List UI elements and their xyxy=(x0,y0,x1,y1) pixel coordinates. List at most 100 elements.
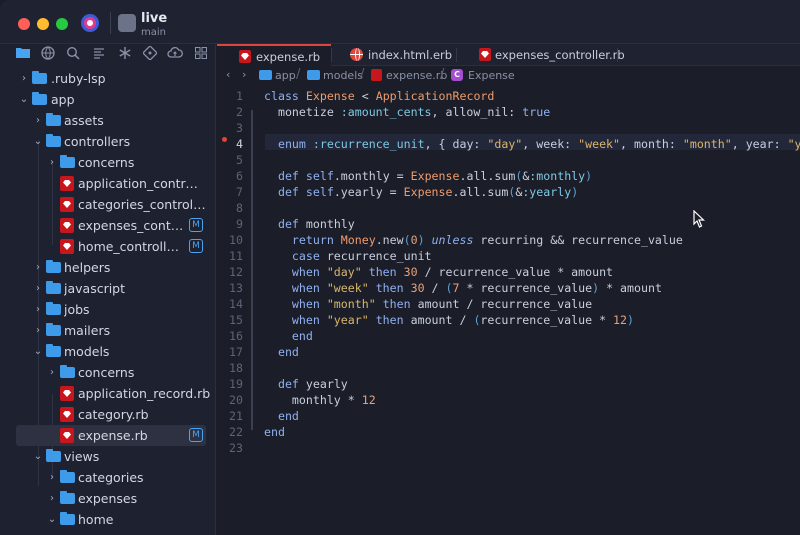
chevron-right-icon[interactable]: › xyxy=(33,261,43,274)
breadcrumb-models[interactable]: models xyxy=(323,69,363,82)
chevron-right-icon[interactable]: › xyxy=(47,366,57,379)
breadcrumb-class[interactable]: Expense xyxy=(468,69,515,82)
chevron-right-icon[interactable]: › xyxy=(33,114,43,127)
code-line[interactable]: def yearly xyxy=(264,376,348,392)
line-number: 5 xyxy=(236,153,243,167)
tree-item-label: app xyxy=(51,92,75,107)
tree-item-concerns[interactable]: › concerns xyxy=(0,152,216,173)
chevron-right-icon[interactable]: › xyxy=(33,282,43,295)
folder-icon xyxy=(46,113,61,126)
tree-item-controllers[interactable]: ⌄ controllers xyxy=(0,131,216,152)
chevron-down-icon[interactable]: ⌄ xyxy=(33,345,43,358)
code-line[interactable]: def monthly xyxy=(264,216,355,232)
code-editor[interactable]: 1 2 3 4 5 6 7 8 9 10 11 12 13 14 15 16 17 18 19 20 21 22 23 cl… xyxy=(217,86,800,535)
chevron-right-icon[interactable]: › xyxy=(33,324,43,337)
tree-item-label: javascript xyxy=(64,281,126,296)
branch-name[interactable]: main xyxy=(141,27,166,38)
project-name[interactable]: live xyxy=(141,11,167,26)
code-line[interactable]: when "year" then amount / (recurrence_va… xyxy=(264,312,634,328)
forward-arrow-icon[interactable]: › xyxy=(242,68,246,81)
tree-item-expenses-controller[interactable]: expenses_controll... M xyxy=(0,215,216,236)
breadcrumb-separator: / xyxy=(360,67,365,82)
close-window-button[interactable] xyxy=(18,18,30,30)
fold-ribbon[interactable] xyxy=(251,110,253,430)
tree-item-views-expenses[interactable]: › expenses xyxy=(0,488,216,509)
chevron-right-icon[interactable]: › xyxy=(47,492,57,505)
tab-expenses-controller-rb[interactable]: expenses_controller.rb xyxy=(457,44,625,66)
tab-expense-rb[interactable]: expense.rb xyxy=(217,44,331,66)
project-icon[interactable] xyxy=(118,14,136,32)
code-line[interactable]: when "day" then 30 / recurrence_value * … xyxy=(264,264,613,280)
tree-item-categories-controller[interactable]: categories_controller... xyxy=(0,194,216,215)
code-line[interactable]: end xyxy=(264,328,313,344)
back-arrow-icon[interactable]: ‹ xyxy=(226,68,230,81)
tree-item-mailers[interactable]: › mailers xyxy=(0,320,216,341)
chevron-right-icon[interactable]: › xyxy=(33,303,43,316)
code-line[interactable]: def self.yearly = Expense.all.sum(&:year… xyxy=(264,184,578,200)
tree-item-jobs[interactable]: › jobs xyxy=(0,299,216,320)
code-line[interactable]: when "week" then 30 / (7 * recurrence_va… xyxy=(264,280,662,296)
tree-item-views[interactable]: ⌄ views xyxy=(0,446,216,467)
line-number: 21 xyxy=(229,409,243,423)
cloud-upload-icon[interactable] xyxy=(167,46,183,62)
line-number: 11 xyxy=(229,249,243,263)
code-line[interactable]: when "month" then amount / recurrence_va… xyxy=(264,296,592,312)
tree-item-models-concerns[interactable]: › concerns xyxy=(0,362,216,383)
list-icon[interactable] xyxy=(91,46,107,62)
code-line[interactable]: end xyxy=(264,424,285,440)
code-line[interactable]: monthly * 12 xyxy=(264,392,376,408)
line-number: 12 xyxy=(229,265,243,279)
grid-icon[interactable] xyxy=(193,46,209,62)
chevron-right-icon[interactable]: › xyxy=(19,72,29,85)
modified-badge: M xyxy=(189,239,203,253)
tree-item-helpers[interactable]: › helpers xyxy=(0,257,216,278)
tree-item-ruby-lsp[interactable]: › .ruby-lsp xyxy=(0,68,216,89)
tab-index-html-erb[interactable]: index.html.erb xyxy=(332,44,456,66)
folder-icon xyxy=(60,470,75,483)
tree-item-expense-selected[interactable]: expense.rb M xyxy=(16,425,206,446)
chevron-down-icon[interactable]: ⌄ xyxy=(19,93,29,106)
tree-item-application-record[interactable]: application_record.rb xyxy=(0,383,216,404)
search-icon[interactable] xyxy=(65,46,81,62)
tree-item-assets[interactable]: › assets xyxy=(0,110,216,131)
globe-icon[interactable] xyxy=(40,46,56,62)
zoom-window-button[interactable] xyxy=(56,18,68,30)
ruby-file-icon xyxy=(60,407,74,422)
tree-item-category[interactable]: category.rb xyxy=(0,404,216,425)
file-navigator: › .ruby-lsp ⌄ app › assets ⌄ controllers xyxy=(0,44,216,535)
tree-item-label: categories xyxy=(78,470,144,485)
folder-icon xyxy=(46,449,61,462)
app-logo-icon[interactable] xyxy=(80,13,100,33)
minimize-window-button[interactable] xyxy=(37,18,49,30)
tree-item-home-controller[interactable]: home_controller.rb M xyxy=(0,236,216,257)
chevron-down-icon[interactable]: ⌄ xyxy=(47,513,57,526)
code-line[interactable]: enum :recurrence_unit, { day: "day", wee… xyxy=(264,136,800,152)
folder-icon xyxy=(46,281,61,294)
line-number: 17 xyxy=(229,345,243,359)
code-line[interactable]: class Expense < ApplicationRecord xyxy=(264,88,494,104)
folder-icon[interactable] xyxy=(15,46,31,62)
tree-item-views-home[interactable]: ⌄ home xyxy=(0,509,216,530)
tree-item-models[interactable]: ⌄ models xyxy=(0,341,216,362)
git-icon[interactable] xyxy=(142,45,158,62)
tree-item-app[interactable]: ⌄ app xyxy=(0,89,216,110)
code-line[interactable]: return Money.new(0) unless recurring && … xyxy=(264,232,683,248)
code-line[interactable]: end xyxy=(264,344,299,360)
tree-item-label: expense.rb xyxy=(78,428,148,443)
chevron-down-icon[interactable]: ⌄ xyxy=(33,135,43,148)
breadcrumb-file[interactable]: expense.rb xyxy=(386,69,447,82)
code-line[interactable]: monetize :amount_cents, allow_nil: true xyxy=(264,104,550,120)
chevron-right-icon[interactable]: › xyxy=(47,156,57,169)
tree-item-javascript[interactable]: › javascript xyxy=(0,278,216,299)
code-line[interactable]: case recurrence_unit xyxy=(264,248,432,264)
asterisk-icon[interactable] xyxy=(117,46,133,62)
tree-item-label: categories_controller... xyxy=(78,197,206,212)
tree-item-views-categories[interactable]: › categories xyxy=(0,467,216,488)
code-line[interactable]: def self.monthly = Expense.all.sum(&:mon… xyxy=(264,168,592,184)
chevron-down-icon[interactable]: ⌄ xyxy=(33,450,43,463)
tree-item-application-controller[interactable]: application_controlle... xyxy=(0,173,216,194)
code-line[interactable]: end xyxy=(264,408,299,424)
breadcrumb-app[interactable]: app xyxy=(275,69,296,82)
chevron-right-icon[interactable]: › xyxy=(47,471,57,484)
editor-window: live main › .ruby-lsp ⌄ app › assets ⌄ c… xyxy=(0,0,800,535)
